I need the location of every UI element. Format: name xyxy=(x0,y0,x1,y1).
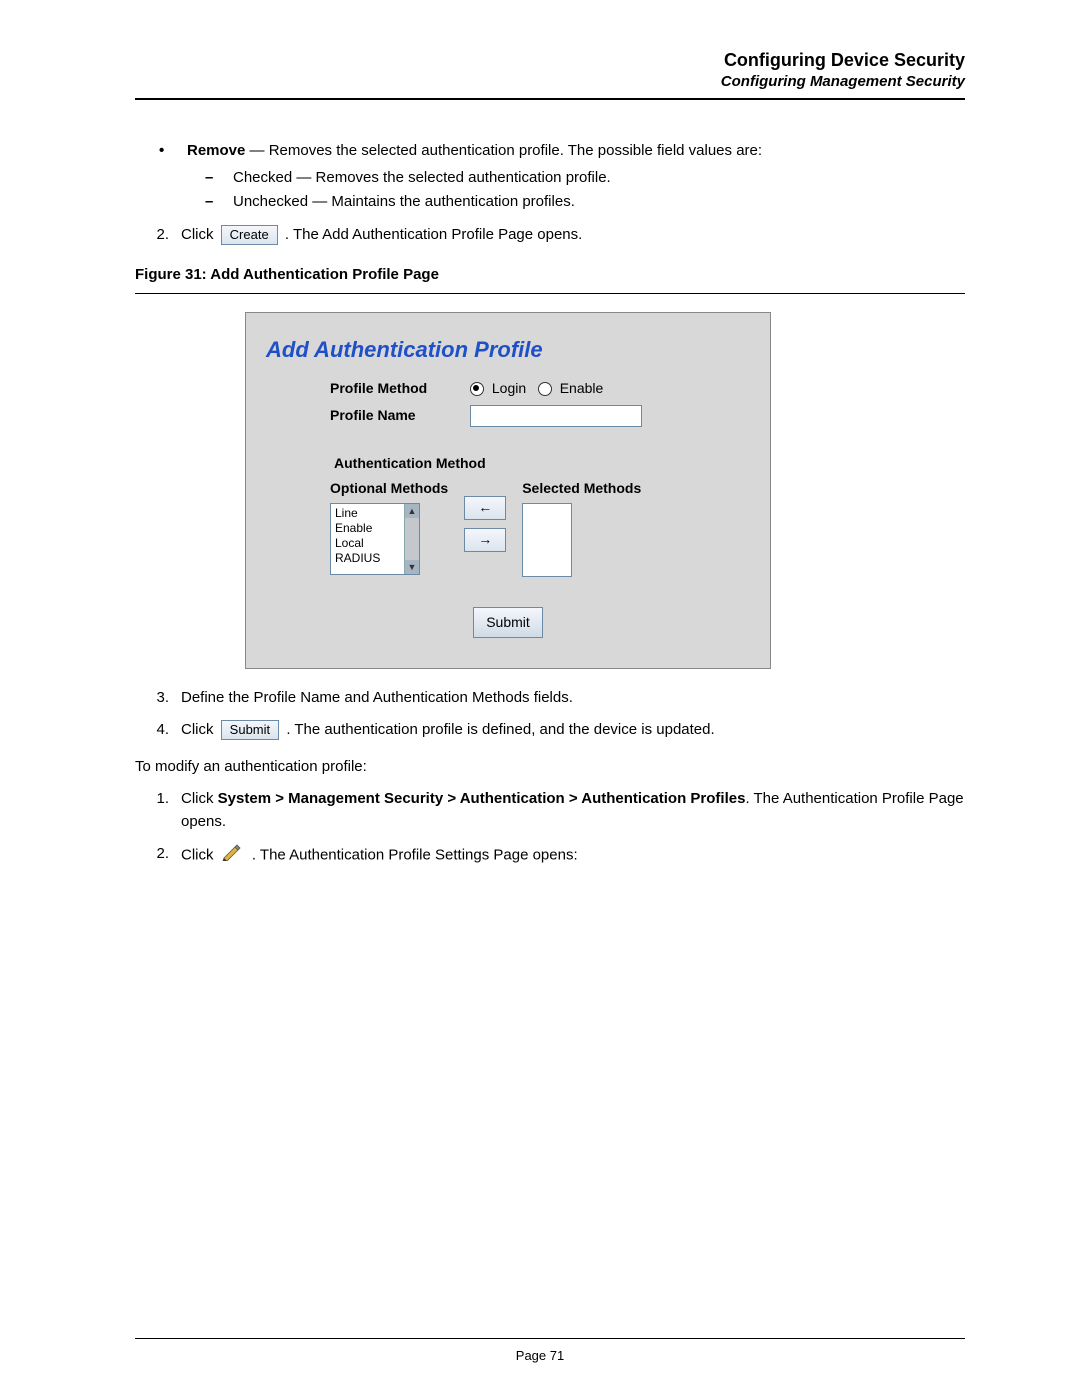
modify-2-text: Click . The Authentication Profile Setti… xyxy=(181,843,578,869)
step-2-text: Click Create . The Add Authentication Pr… xyxy=(181,224,582,247)
step-3-number: 3. xyxy=(135,687,181,710)
modify-intro: To modify an authentication profile: xyxy=(135,756,965,779)
page-header-title: Configuring Device Security xyxy=(135,50,965,71)
figure-caption: Figure 31: Add Authentication Profile Pa… xyxy=(135,264,965,287)
dash-mark: – xyxy=(205,191,233,214)
optional-methods-label: Optional Methods xyxy=(330,478,448,499)
footer-rule xyxy=(135,1338,965,1339)
radio-login[interactable] xyxy=(470,382,484,396)
profile-name-input[interactable] xyxy=(470,405,642,427)
profile-method-radios: Login Enable xyxy=(470,378,603,399)
remove-checked: Checked — Removes the selected authentic… xyxy=(233,167,611,190)
dialog-title: Add Authentication Profile xyxy=(266,333,750,366)
radio-login-label: Login xyxy=(492,380,526,396)
remove-line: Remove — Removes the selected authentica… xyxy=(187,140,762,163)
listbox-scrollbar[interactable]: ▲ ▼ xyxy=(404,504,419,574)
scroll-down-icon[interactable]: ▼ xyxy=(405,560,419,574)
modify-1-text: Click System > Management Security > Aut… xyxy=(181,788,965,833)
optional-methods-listbox[interactable]: Line Enable Local RADIUS ▲ ▼ xyxy=(330,503,420,575)
step-3-text: Define the Profile Name and Authenticati… xyxy=(181,687,573,710)
dash-mark: – xyxy=(205,167,233,190)
page-number: Page 71 xyxy=(0,1348,1080,1363)
radio-enable[interactable] xyxy=(538,382,552,396)
bullet-mark: • xyxy=(159,140,187,163)
figure-rule xyxy=(135,293,965,294)
step-4-number: 4. xyxy=(135,719,181,742)
step-2-number: 2. xyxy=(135,224,181,247)
profile-method-label: Profile Method xyxy=(330,378,470,399)
remove-unchecked: Unchecked — Maintains the authentication… xyxy=(233,191,575,214)
scroll-up-icon[interactable]: ▲ xyxy=(405,504,419,518)
auth-method-label: Authentication Method xyxy=(330,451,690,478)
create-button[interactable]: Create xyxy=(221,225,278,245)
modify-2-number: 2. xyxy=(135,843,181,869)
submit-inline-button[interactable]: Submit xyxy=(221,720,279,740)
modify-1-number: 1. xyxy=(135,788,181,833)
move-right-button[interactable]: → xyxy=(464,528,506,552)
selected-methods-label: Selected Methods xyxy=(522,478,641,499)
page-header-subtitle: Configuring Management Security xyxy=(135,73,965,90)
figure-add-auth-profile: Add Authentication Profile Profile Metho… xyxy=(245,312,771,669)
header-rule xyxy=(135,98,965,100)
radio-enable-label: Enable xyxy=(560,380,604,396)
move-left-button[interactable]: ← xyxy=(464,496,506,520)
profile-name-label: Profile Name xyxy=(330,405,470,426)
step-4-text: Click Submit . The authentication profil… xyxy=(181,719,715,742)
edit-pencil-icon[interactable] xyxy=(222,843,244,869)
submit-button[interactable]: Submit xyxy=(473,607,543,638)
selected-methods-listbox[interactable] xyxy=(522,503,572,577)
